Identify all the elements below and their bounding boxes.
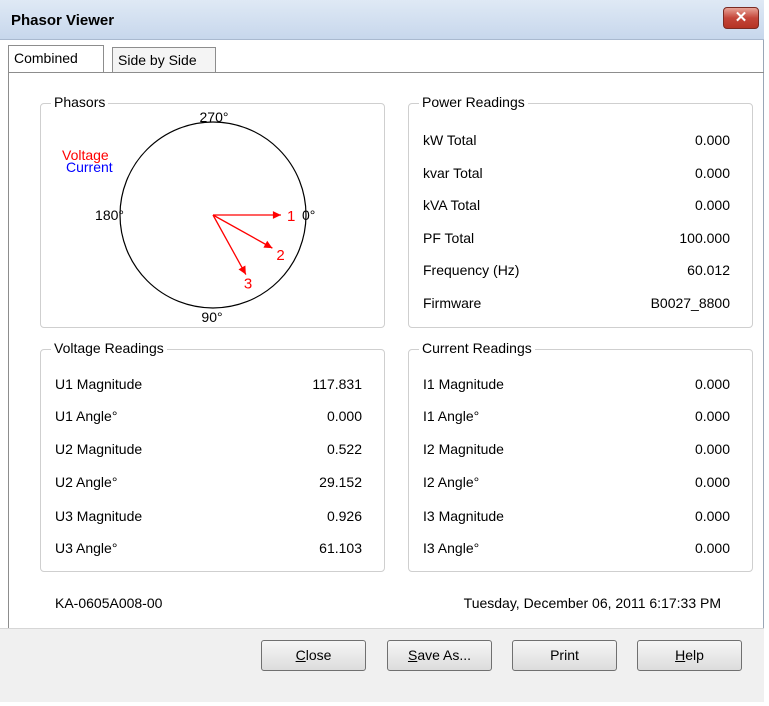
power-label: kW Total (423, 132, 477, 148)
save-as-button[interactable]: Save As... (387, 640, 492, 671)
close-button[interactable]: Close (261, 640, 366, 671)
voltage-label: U1 Magnitude (55, 376, 143, 392)
power-value: 0.000 (694, 197, 730, 213)
window-title: Phasor Viewer (11, 12, 115, 29)
timestamp: Tuesday, December 06, 2011 6:17:33 PM (463, 595, 721, 611)
voltage-row: U2 Magnitude 0.522 (41, 441, 384, 461)
power-row: kW Total 0.000 (409, 132, 752, 152)
power-label: PF Total (423, 230, 475, 246)
voltage-row: U2 Angle° 29.152 (41, 474, 384, 494)
print-label: Print (550, 647, 579, 663)
help-mnemonic: H (675, 647, 686, 663)
current-label: I2 Angle° (423, 474, 480, 490)
close-label-rest: lose (305, 647, 332, 663)
current-value: 0.000 (694, 376, 730, 392)
current-value: 0.000 (694, 474, 730, 490)
current-label: I2 Magnitude (423, 441, 504, 457)
voltage-row: U3 Angle° 61.103 (41, 540, 384, 560)
phasors-group-title: Phasors (51, 94, 109, 110)
power-value: 100.000 (679, 230, 730, 246)
current-label: I3 Magnitude (423, 508, 504, 524)
voltage-value: 61.103 (319, 540, 362, 556)
voltage-label: U2 Angle° (55, 474, 118, 490)
power-row: kVA Total 0.000 (409, 197, 752, 217)
voltage-label: U1 Angle° (55, 408, 118, 424)
current-row: I1 Magnitude 0.000 (409, 376, 752, 396)
power-label: kVA Total (423, 197, 481, 213)
power-value: 0.000 (694, 132, 730, 148)
save-as-label-rest: ave As... (417, 647, 472, 663)
close-window-button[interactable]: ✕ (723, 7, 759, 29)
current-row: I2 Magnitude 0.000 (409, 441, 752, 461)
close-mnemonic: C (295, 647, 306, 663)
voltage-row: U1 Angle° 0.000 (41, 408, 384, 428)
phasors-group: Phasors (40, 94, 385, 328)
current-label: I3 Angle° (423, 540, 480, 556)
voltage-value: 117.831 (312, 376, 362, 392)
current-value: 0.000 (694, 441, 730, 457)
voltage-value: 29.152 (319, 474, 362, 490)
power-value: 60.012 (687, 262, 730, 278)
power-row: kvar Total 0.000 (409, 165, 752, 185)
voltage-readings-group: Voltage Readings U1 Magnitude 117.831 U1 … (40, 340, 385, 572)
print-button[interactable]: Print (512, 640, 617, 671)
current-value: 0.000 (694, 540, 730, 556)
current-value: 0.000 (694, 408, 730, 424)
voltage-label: U3 Angle° (55, 540, 118, 556)
power-value: 0.000 (694, 165, 730, 181)
voltage-label: U3 Magnitude (55, 508, 143, 524)
current-readings-title: Current Readings (419, 340, 535, 356)
power-row: Frequency (Hz) 60.012 (409, 262, 752, 282)
help-button[interactable]: Help (637, 640, 742, 671)
current-label: I1 Angle° (423, 408, 480, 424)
close-icon: ✕ (734, 9, 748, 26)
power-readings-group: Power Readings kW Total 0.000 kvar Total 0… (408, 94, 753, 328)
current-row: I1 Angle° 0.000 (409, 408, 752, 428)
tab-side-by-side[interactable]: Side by Side (112, 47, 216, 72)
phasor-viewer-window: Phasor Viewer ✕ Combined Side by Side Ph… (0, 0, 764, 702)
voltage-readings-title: Voltage Readings (51, 340, 167, 356)
voltage-row: U1 Magnitude 117.831 (41, 376, 384, 396)
current-row: I3 Magnitude 0.000 (409, 508, 752, 528)
current-label: I1 Magnitude (423, 376, 504, 392)
power-readings-title: Power Readings (419, 94, 528, 110)
current-row: I3 Angle° 0.000 (409, 540, 752, 560)
current-row: I2 Angle° 0.000 (409, 474, 752, 494)
power-row: Firmware B0027_8800 (409, 295, 752, 315)
power-label: Firmware (423, 295, 482, 311)
voltage-row: U3 Magnitude 0.926 (41, 508, 384, 528)
save-as-mnemonic: S (407, 647, 418, 663)
power-label: Frequency (Hz) (423, 262, 520, 278)
device-id: KA-0605A008-00 (55, 595, 163, 611)
help-label-rest: elp (685, 647, 704, 663)
current-value: 0.000 (694, 508, 730, 524)
voltage-value: 0.000 (326, 408, 362, 424)
current-readings-group: Current Readings I1 Magnitude 0.000 I1 An… (408, 340, 753, 572)
power-row: PF Total 100.000 (409, 230, 752, 250)
power-label: kvar Total (423, 165, 483, 181)
title-bar: Phasor Viewer ✕ (0, 0, 764, 40)
voltage-value: 0.926 (326, 508, 362, 524)
power-value: B0027_8800 (650, 295, 730, 311)
tab-combined[interactable]: Combined (8, 45, 104, 72)
voltage-label: U2 Magnitude (55, 441, 143, 457)
voltage-value: 0.522 (326, 441, 362, 457)
